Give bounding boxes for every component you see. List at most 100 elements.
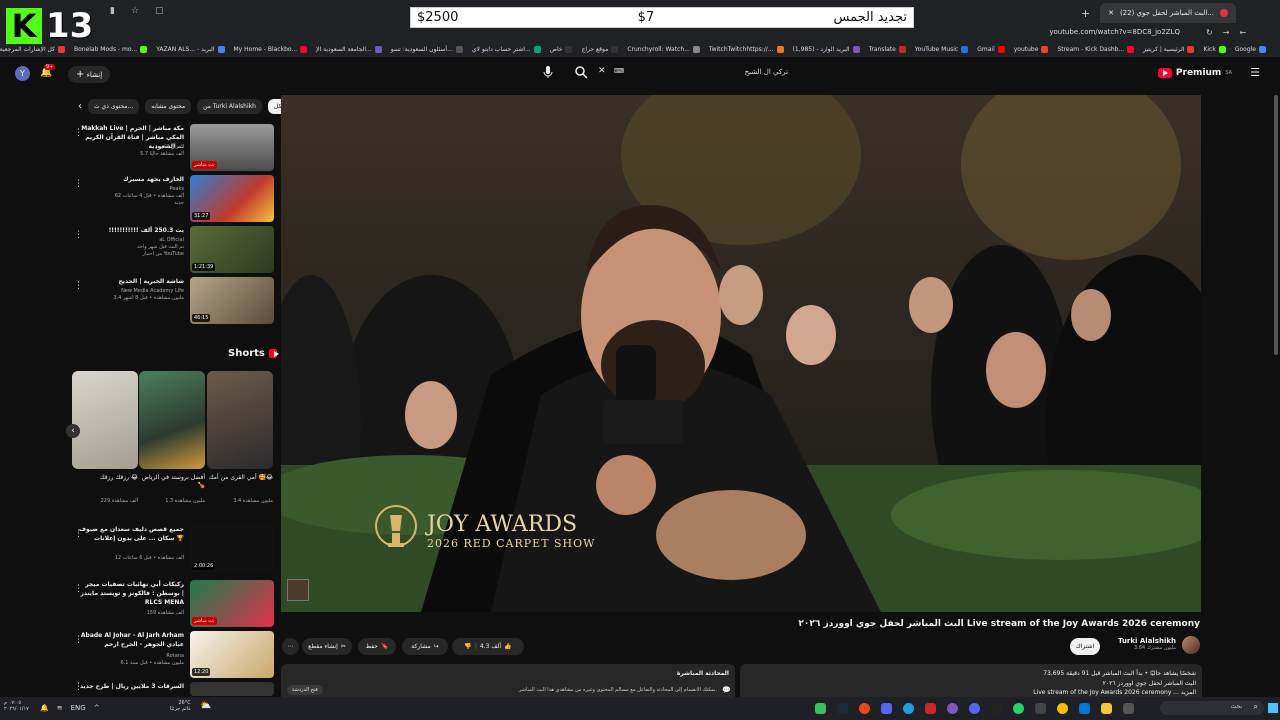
- bookmark-item[interactable]: كل الإشارات المرجعية: [0, 46, 65, 53]
- like-count[interactable]: 4.3 ألف: [480, 643, 501, 650]
- short-title[interactable]: رزقك رزقك 😂: [72, 474, 138, 482]
- weather-widget[interactable]: 26°C غائم جزئيًا: [170, 700, 191, 712]
- bookmark-item[interactable]: Translate: [869, 46, 906, 53]
- telegram-icon[interactable]: [903, 703, 914, 714]
- video-title[interactable]: جميع قصص دليف سعدان مع ضيوف سكان ... على…: [76, 525, 184, 543]
- close-tab-icon[interactable]: ✕: [1108, 9, 1114, 17]
- short-thumbnail[interactable]: [207, 371, 273, 469]
- search-input[interactable]: تركي ال الشيخ: [745, 68, 788, 76]
- chrome-icon[interactable]: [1057, 703, 1068, 714]
- list-item[interactable]: 31:27 الخارف يجهد مسيرك Peaks 62 ألف مشا…: [68, 175, 274, 223]
- notifications-icon[interactable]: 🔔 9+: [40, 64, 56, 78]
- bookmark-item[interactable]: YouTube Music: [915, 46, 969, 53]
- video-title[interactable]: ركيكات أبي نهائيات تصفيات ميجر بوسطن : ف…: [76, 580, 184, 607]
- store-icon[interactable]: [1079, 703, 1090, 714]
- task-view-icon[interactable]: [1123, 703, 1134, 714]
- list-item[interactable]: 1:21:39 !!!!!!!!!!! بث 250.3 ألف aL Offi…: [68, 226, 274, 274]
- bookmark-item[interactable]: Stream - Kick Dashb...: [1057, 46, 1135, 53]
- star-icon[interactable]: ☆: [131, 6, 139, 16]
- page-scrollbar[interactable]: [1274, 95, 1278, 355]
- video-thumbnail[interactable]: 2:00:26: [190, 525, 274, 572]
- start-menu-icon[interactable]: [1268, 703, 1278, 713]
- video-title[interactable]: شاشة الخبرية | الحديح: [76, 277, 184, 286]
- video-player[interactable]: JOY AWARDS 2026 RED CARPET SHOW: [281, 95, 1201, 612]
- channel-name[interactable]: Rotana: [74, 653, 184, 660]
- list-item[interactable]: 12:20 Abade Al Johar - Al Jarh Arham عبا…: [68, 631, 274, 679]
- short-thumbnail[interactable]: [139, 371, 205, 469]
- search-icon[interactable]: [574, 65, 588, 81]
- taskbar-app-icon[interactable]: [1035, 703, 1046, 714]
- video-title[interactable]: Abade Al Johar - Al Jarh Arham عبادي الج…: [76, 631, 184, 649]
- bookmark-item[interactable]: youtube: [1014, 46, 1049, 53]
- channel-avatar[interactable]: [1182, 636, 1200, 654]
- language-indicator[interactable]: ENG: [71, 704, 86, 712]
- clock[interactable]: ٠٧:٠٥ م ٢٠٢٦/٠١/١٧: [4, 700, 29, 712]
- video-thumbnail[interactable]: 12:20: [190, 631, 274, 678]
- video-thumbnail[interactable]: 1:21:39: [190, 226, 274, 273]
- list-item[interactable]: السرقات 3 ملايين ريال | طرح جديد ⋮: [68, 682, 274, 696]
- short-thumbnail[interactable]: [72, 371, 138, 469]
- taskbar-app-icon[interactable]: [815, 703, 826, 714]
- steam-icon[interactable]: [837, 703, 848, 714]
- bookmark-item[interactable]: Google: [1235, 46, 1266, 53]
- youtube-logo[interactable]: Premium SA: [1157, 68, 1232, 78]
- bookmark-item[interactable]: YAZAN ALS... - البريد: [156, 46, 225, 53]
- mic-icon[interactable]: [540, 64, 556, 80]
- bookmark-item[interactable]: Gmail: [977, 46, 1005, 53]
- whatsapp-icon[interactable]: [1013, 703, 1024, 714]
- more-actions-icon[interactable]: ⋮: [74, 529, 83, 539]
- subscribe-button[interactable]: اشتراك: [1070, 638, 1100, 655]
- channel-name[interactable]: New Media Academy Life: [74, 288, 184, 295]
- video-thumbnail[interactable]: بث مباشر: [190, 124, 274, 171]
- taskbar-app-icon[interactable]: [859, 703, 870, 714]
- channel-name[interactable]: aL Official: [74, 237, 184, 244]
- video-thumbnail[interactable]: بث مباشر: [190, 580, 274, 627]
- taskbar-app-icon[interactable]: [991, 703, 1002, 714]
- bookmark-item[interactable]: TwitchTwitchhttps://...: [709, 46, 784, 53]
- channel-name[interactable]: Turki Alalshikh: [1118, 637, 1176, 645]
- clear-search-icon[interactable]: ✕: [598, 66, 606, 76]
- forward-icon[interactable]: →: [1223, 28, 1230, 37]
- more-actions-icon[interactable]: ⋮: [74, 179, 83, 189]
- bookmark-item[interactable]: Crunchyroll: Watch...: [627, 46, 700, 53]
- screen-icon[interactable]: ▢: [155, 6, 164, 16]
- list-item[interactable]: بث مباشر ركيكات أبي نهائيات تصفيات ميجر …: [68, 580, 274, 628]
- window-minimize-icon[interactable]: [1246, 9, 1280, 17]
- bookmark-item[interactable]: اشتر حساب دايتو لاي...: [472, 46, 541, 53]
- bookmark-item[interactable]: الجامعة السعودية الإ...: [316, 46, 382, 53]
- taskbar-app-icon[interactable]: [881, 703, 892, 714]
- video-thumbnail[interactable]: [190, 682, 274, 696]
- bookmark-item[interactable]: خاص: [550, 46, 573, 53]
- more-actions-icon[interactable]: ⋮: [74, 635, 83, 645]
- short-title[interactable]: أمي القرى من أمك 🥰😂: [207, 474, 273, 482]
- bookmark-item[interactable]: البريد الوارد - (1,985): [793, 46, 860, 53]
- new-tab-icon[interactable]: +: [1081, 7, 1090, 20]
- more-actions-icon[interactable]: ⋮: [74, 281, 83, 291]
- file-explorer-icon[interactable]: [1101, 703, 1112, 714]
- more-actions-icon[interactable]: ⋮: [74, 682, 83, 692]
- menu-icon[interactable]: ☰: [1250, 66, 1260, 79]
- taskbar-app-icon[interactable]: [947, 703, 958, 714]
- taskbar-search[interactable]: بحث ⌕: [1160, 701, 1264, 715]
- bookmark-item[interactable]: Bonelab Mods - mo...: [74, 46, 148, 53]
- chevron-up-icon[interactable]: ^: [94, 704, 100, 712]
- dislike-icon[interactable]: 👎: [464, 643, 471, 650]
- active-tab[interactable]: ✕ (22) البث المباشر لحفل جوي...: [1100, 3, 1236, 23]
- short-title[interactable]: أفضل بروستد في الرياض 🍗: [139, 474, 205, 490]
- url-field[interactable]: youtube.com/watch?v=8DC8_jo2ZLQ: [1049, 28, 1180, 36]
- channel-name[interactable]: Peaks: [74, 186, 184, 193]
- open-chat-button[interactable]: فتح الدردشة: [287, 685, 323, 695]
- back-icon[interactable]: ←: [1239, 28, 1246, 37]
- list-item[interactable]: 2:00:26 جميع قصص دليف سعدان مع ضيوف سكان…: [68, 525, 274, 573]
- pin-icon[interactable]: ▮: [110, 6, 115, 16]
- channel-name[interactable]: القرآن الكريم: [74, 144, 184, 151]
- keyboard-icon[interactable]: ⌨: [614, 67, 624, 75]
- list-item[interactable]: 46:15 شاشة الخبرية | الحديح New Media Ac…: [68, 277, 274, 325]
- chip-prev-icon[interactable]: ‹: [78, 101, 82, 112]
- discord-icon[interactable]: [969, 703, 980, 714]
- like-icon[interactable]: 👍: [504, 643, 511, 650]
- more-actions-icon[interactable]: ⋮: [74, 230, 83, 240]
- wifi-icon[interactable]: ≋: [57, 704, 63, 712]
- clip-button[interactable]: إنشاء مقطع ✂: [302, 638, 352, 655]
- more-actions-icon[interactable]: ⋮: [74, 584, 83, 594]
